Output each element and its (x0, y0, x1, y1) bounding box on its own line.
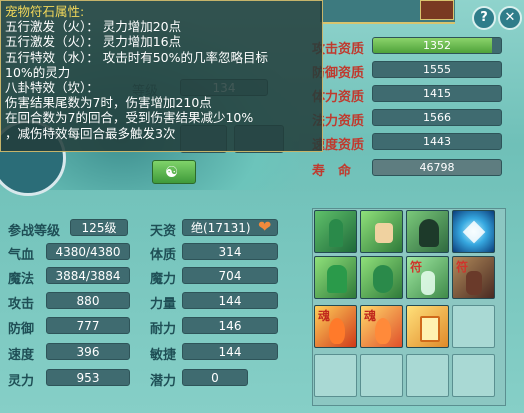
strength-label: 力量 (150, 297, 177, 312)
skill-slot-3[interactable] (406, 210, 449, 253)
tooltip-line-4: 10%的灵力 (5, 64, 71, 80)
aptitude-bar-speed: 1443 (372, 133, 502, 150)
spirit-value: 953 (46, 369, 130, 386)
hp-value: 4380/4380 (46, 243, 130, 260)
speed-label: 速度 (8, 348, 35, 363)
skill-slot-15[interactable] (406, 354, 449, 397)
yin-yang-button[interactable]: ☯ (152, 160, 196, 184)
skill-slot-12[interactable] (452, 305, 495, 348)
aptitude-value-defense: 1555 (423, 63, 451, 76)
aptitude-bar-defense: 1555 (372, 61, 502, 78)
strength-value: 144 (182, 292, 278, 309)
skill-slot-4[interactable] (452, 210, 495, 253)
lifespan-value: 46798 (419, 161, 455, 174)
skill-slot-16[interactable] (452, 354, 495, 397)
tooltip-line-5: 八卦特效（坎）： (5, 80, 99, 96)
skill-slot-8[interactable]: 符 (452, 256, 495, 299)
endurance-value: 146 (182, 317, 278, 334)
tooltip-title: 宠物符石属性: (5, 4, 85, 19)
skill-slot-9[interactable]: 魂 (314, 305, 357, 348)
lifespan-label: 寿 命 (312, 164, 352, 179)
magic-power-value: 704 (182, 267, 278, 284)
hp-label: 气血 (8, 248, 35, 263)
top-item-icon[interactable] (420, 0, 454, 20)
constitution-value: 314 (182, 243, 278, 260)
skill-9-flame (329, 318, 345, 344)
tooltip-line-8: ，减伤特效每回合最多触发3次 (5, 125, 176, 141)
skill-slot-6[interactable] (360, 256, 403, 299)
battle-level-value: 125级 (70, 219, 128, 236)
skill-8-figure (466, 271, 482, 295)
skill-5-icon (327, 265, 347, 293)
heart-icon[interactable]: ❤ (258, 218, 271, 236)
aptitude-value-speed: 1443 (423, 135, 451, 148)
defense-label: 防御 (8, 322, 35, 337)
battle-level-label: 参战等级 (8, 224, 61, 239)
magic-power-label: 魔力 (150, 272, 177, 287)
skill-4-icon (462, 220, 486, 244)
skill-slot-7[interactable]: 符 (406, 256, 449, 299)
pet-attribute-panel: ? ✕ 等级 134 ☯ 攻击资质 1352 防御资质 1555 体力资质 14… (0, 0, 524, 413)
aptitude-value-magic: 1566 (423, 111, 451, 124)
skill-3-icon (419, 219, 439, 247)
agility-value: 144 (182, 343, 278, 360)
skill-6-icon (373, 265, 393, 293)
spirit-label: 灵力 (8, 374, 35, 389)
agility-label: 敏捷 (150, 348, 177, 363)
tooltip-line-7: 在回合数为7的回合，受到伤害结果减少10% (5, 110, 254, 126)
mp-label: 魔法 (8, 272, 35, 287)
tooltip-line-3: 五行特效（水）： 攻击时有50%的几率忽略目标 (5, 49, 269, 65)
defense-value: 777 (46, 317, 130, 334)
speed-value: 396 (46, 343, 130, 360)
skill-9-icon: 魂 (318, 309, 331, 323)
attack-label: 攻击 (8, 297, 35, 312)
potential-value: 0 (182, 369, 248, 386)
skill-slot-5[interactable] (314, 256, 357, 299)
skill-11-icon (420, 316, 440, 342)
rune-attribute-tooltip: 宠物符石属性: 五行激发（火）： 灵力增加20点 五行激发（火）： 灵力增加16… (0, 0, 323, 152)
lifespan-bar: 46798 (372, 159, 502, 176)
close-button[interactable]: ✕ (498, 6, 522, 30)
tooltip-line-2: 五行激发（火）： 灵力增加16点 (5, 34, 182, 50)
skill-2-icon (375, 223, 393, 243)
aptitude-bar-attack: 1352 (372, 37, 502, 54)
skill-7-figure (421, 271, 435, 295)
skill-1-icon (329, 219, 343, 247)
skill-slot-1[interactable] (314, 210, 357, 253)
aptitude-value-attack: 1352 (423, 39, 451, 52)
attack-value: 880 (46, 292, 130, 309)
help-button[interactable]: ? (472, 6, 496, 30)
endurance-label: 耐力 (150, 322, 177, 337)
tooltip-line-6: 伤害结果尾数为7时，伤害增加210点 (5, 95, 212, 111)
skill-7-icon: 符 (410, 260, 423, 274)
skill-slot-10[interactable]: 魂 (360, 305, 403, 348)
constitution-label: 体质 (150, 248, 177, 263)
skill-slot-11[interactable] (406, 305, 449, 348)
aptitude-value-stamina: 1415 (423, 87, 451, 100)
yin-yang-icon: ☯ (165, 163, 179, 181)
skill-10-flame (375, 318, 391, 344)
talent-label: 天资 (150, 224, 177, 239)
skill-slot-13[interactable] (314, 354, 357, 397)
skill-slot-14[interactable] (360, 354, 403, 397)
skill-slot-2[interactable] (360, 210, 403, 253)
tooltip-line-1: 五行激发（火）： 灵力增加20点 (5, 19, 182, 35)
skill-10-icon: 魂 (364, 309, 377, 323)
aptitude-bar-magic: 1566 (372, 109, 502, 126)
aptitude-bar-stamina: 1415 (372, 85, 502, 102)
mp-value: 3884/3884 (46, 267, 130, 284)
potential-label: 潜力 (150, 374, 177, 389)
